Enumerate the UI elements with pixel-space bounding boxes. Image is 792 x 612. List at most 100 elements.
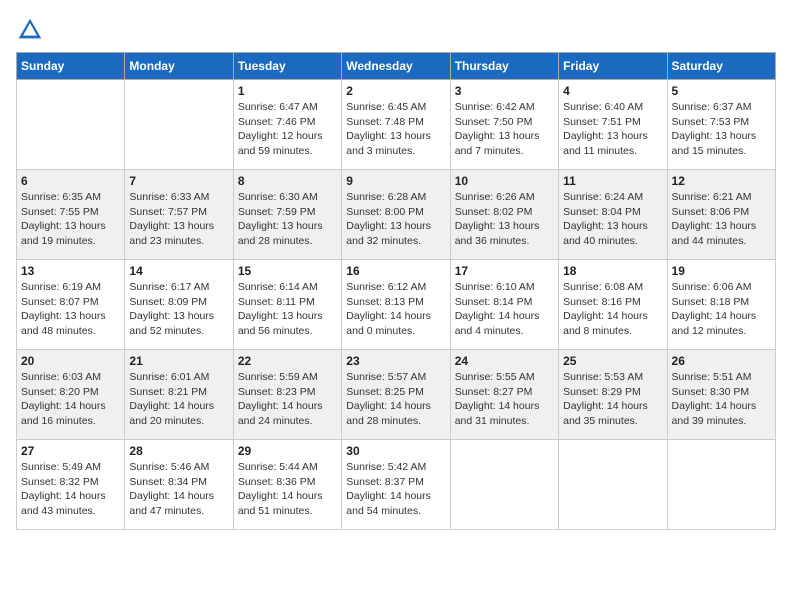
calendar-cell: 8 Sunrise: 6:30 AM Sunset: 7:59 PM Daylig… — [233, 170, 341, 260]
day-info: Sunrise: 5:46 AM Sunset: 8:34 PM Dayligh… — [129, 460, 228, 519]
day-info: Sunrise: 6:03 AM Sunset: 8:20 PM Dayligh… — [21, 370, 120, 429]
day-info: Sunrise: 6:01 AM Sunset: 8:21 PM Dayligh… — [129, 370, 228, 429]
day-info: Sunrise: 6:21 AM Sunset: 8:06 PM Dayligh… — [672, 190, 771, 249]
calendar-cell: 11Sunrise: 6:24 AM Sunset: 8:04 PM Dayli… — [559, 170, 667, 260]
day-info: Sunrise: 6:42 AM Sunset: 7:50 PM Dayligh… — [455, 100, 554, 159]
day-info: Sunrise: 6:45 AM Sunset: 7:48 PM Dayligh… — [346, 100, 445, 159]
day-info: Sunrise: 5:44 AM Sunset: 8:36 PM Dayligh… — [238, 460, 337, 519]
calendar-week-row: 27Sunrise: 5:49 AM Sunset: 8:32 PM Dayli… — [17, 440, 776, 530]
day-number: 2 — [346, 84, 445, 98]
day-info: Sunrise: 6:30 AM Sunset: 7:59 PM Dayligh… — [238, 190, 337, 249]
calendar-cell — [17, 80, 125, 170]
day-info: Sunrise: 6:17 AM Sunset: 8:09 PM Dayligh… — [129, 280, 228, 339]
day-number: 3 — [455, 84, 554, 98]
day-info: Sunrise: 6:10 AM Sunset: 8:14 PM Dayligh… — [455, 280, 554, 339]
calendar-cell: 12 Sunrise: 6:21 AM Sunset: 8:06 PM Dayli… — [667, 170, 775, 260]
logo-icon — [16, 16, 44, 44]
day-info: Sunrise: 6:06 AM Sunset: 8:18 PM Dayligh… — [672, 280, 771, 339]
day-info: Sunrise: 5:55 AM Sunset: 8:27 PM Dayligh… — [455, 370, 554, 429]
day-number: 13 — [21, 264, 120, 278]
day-number: 15 — [238, 264, 337, 278]
day-info: Sunrise: 5:53 AM Sunset: 8:29 PM Dayligh… — [563, 370, 662, 429]
calendar-cell: 17 Sunrise: 6:10 AM Sunset: 8:14 PM Dayli… — [450, 260, 558, 350]
day-header-tuesday: Tuesday — [233, 53, 341, 80]
day-number: 20 — [21, 354, 120, 368]
calendar-cell — [125, 80, 233, 170]
day-number: 27 — [21, 444, 120, 458]
logo — [16, 16, 48, 44]
day-info: Sunrise: 6:12 AM Sunset: 8:13 PM Dayligh… — [346, 280, 445, 339]
day-number: 9 — [346, 174, 445, 188]
calendar-cell: 3 Sunrise: 6:42 AM Sunset: 7:50 PM Daylig… — [450, 80, 558, 170]
calendar-cell: 2 Sunrise: 6:45 AM Sunset: 7:48 PM Daylig… — [342, 80, 450, 170]
calendar-cell: 28 Sunrise: 5:46 AM Sunset: 8:34 PM Dayli… — [125, 440, 233, 530]
calendar-cell: 29Sunrise: 5:44 AM Sunset: 8:36 PM Dayli… — [233, 440, 341, 530]
day-number: 21 — [129, 354, 228, 368]
day-number: 6 — [21, 174, 120, 188]
calendar-cell: 6 Sunrise: 6:35 AM Sunset: 7:55 PM Daylig… — [17, 170, 125, 260]
day-info: Sunrise: 5:42 AM Sunset: 8:37 PM Dayligh… — [346, 460, 445, 519]
calendar-cell: 15 Sunrise: 6:14 AM Sunset: 8:11 PM Dayli… — [233, 260, 341, 350]
day-info: Sunrise: 6:37 AM Sunset: 7:53 PM Dayligh… — [672, 100, 771, 159]
day-number: 24 — [455, 354, 554, 368]
calendar-week-row: 1Sunrise: 6:47 AM Sunset: 7:46 PM Daylig… — [17, 80, 776, 170]
day-number: 14 — [129, 264, 228, 278]
day-number: 5 — [672, 84, 771, 98]
day-number: 7 — [129, 174, 228, 188]
calendar-week-row: 6 Sunrise: 6:35 AM Sunset: 7:55 PM Daylig… — [17, 170, 776, 260]
calendar-cell — [667, 440, 775, 530]
calendar-cell: 1Sunrise: 6:47 AM Sunset: 7:46 PM Daylig… — [233, 80, 341, 170]
day-info: Sunrise: 5:57 AM Sunset: 8:25 PM Dayligh… — [346, 370, 445, 429]
day-number: 19 — [672, 264, 771, 278]
day-number: 17 — [455, 264, 554, 278]
day-number: 11 — [563, 174, 662, 188]
day-info: Sunrise: 6:14 AM Sunset: 8:11 PM Dayligh… — [238, 280, 337, 339]
day-info: Sunrise: 6:28 AM Sunset: 8:00 PM Dayligh… — [346, 190, 445, 249]
day-header-wednesday: Wednesday — [342, 53, 450, 80]
calendar-cell: 5 Sunrise: 6:37 AM Sunset: 7:53 PM Daylig… — [667, 80, 775, 170]
day-header-sunday: Sunday — [17, 53, 125, 80]
calendar-table: SundayMondayTuesdayWednesdayThursdayFrid… — [16, 52, 776, 530]
day-number: 8 — [238, 174, 337, 188]
calendar-cell: 25 Sunrise: 5:53 AM Sunset: 8:29 PM Dayli… — [559, 350, 667, 440]
calendar-cell: 20 Sunrise: 6:03 AM Sunset: 8:20 PM Dayli… — [17, 350, 125, 440]
day-info: Sunrise: 6:26 AM Sunset: 8:02 PM Dayligh… — [455, 190, 554, 249]
day-number: 16 — [346, 264, 445, 278]
calendar-header-row: SundayMondayTuesdayWednesdayThursdayFrid… — [17, 53, 776, 80]
day-info: Sunrise: 6:40 AM Sunset: 7:51 PM Dayligh… — [563, 100, 662, 159]
day-info: Sunrise: 6:33 AM Sunset: 7:57 PM Dayligh… — [129, 190, 228, 249]
day-number: 30 — [346, 444, 445, 458]
calendar-week-row: 13 Sunrise: 6:19 AM Sunset: 8:07 PM Dayli… — [17, 260, 776, 350]
calendar-cell: 26Sunrise: 5:51 AM Sunset: 8:30 PM Dayli… — [667, 350, 775, 440]
calendar-cell: 16 Sunrise: 6:12 AM Sunset: 8:13 PM Dayli… — [342, 260, 450, 350]
calendar-cell: 14 Sunrise: 6:17 AM Sunset: 8:09 PM Dayli… — [125, 260, 233, 350]
calendar-cell: 21 Sunrise: 6:01 AM Sunset: 8:21 PM Dayli… — [125, 350, 233, 440]
calendar-cell: 9 Sunrise: 6:28 AM Sunset: 8:00 PM Daylig… — [342, 170, 450, 260]
day-info: Sunrise: 6:35 AM Sunset: 7:55 PM Dayligh… — [21, 190, 120, 249]
day-number: 12 — [672, 174, 771, 188]
day-number: 18 — [563, 264, 662, 278]
day-number: 28 — [129, 444, 228, 458]
day-info: Sunrise: 6:08 AM Sunset: 8:16 PM Dayligh… — [563, 280, 662, 339]
day-info: Sunrise: 6:19 AM Sunset: 8:07 PM Dayligh… — [21, 280, 120, 339]
day-info: Sunrise: 5:59 AM Sunset: 8:23 PM Dayligh… — [238, 370, 337, 429]
day-number: 23 — [346, 354, 445, 368]
calendar-cell: 24 Sunrise: 5:55 AM Sunset: 8:27 PM Dayli… — [450, 350, 558, 440]
calendar-cell: 27Sunrise: 5:49 AM Sunset: 8:32 PM Dayli… — [17, 440, 125, 530]
day-header-saturday: Saturday — [667, 53, 775, 80]
day-number: 22 — [238, 354, 337, 368]
calendar-cell: 4 Sunrise: 6:40 AM Sunset: 7:51 PM Daylig… — [559, 80, 667, 170]
page-header — [16, 16, 776, 44]
calendar-cell: 10 Sunrise: 6:26 AM Sunset: 8:02 PM Dayli… — [450, 170, 558, 260]
day-header-friday: Friday — [559, 53, 667, 80]
day-info: Sunrise: 5:51 AM Sunset: 8:30 PM Dayligh… — [672, 370, 771, 429]
calendar-cell: 13 Sunrise: 6:19 AM Sunset: 8:07 PM Dayli… — [17, 260, 125, 350]
calendar-cell — [559, 440, 667, 530]
day-number: 25 — [563, 354, 662, 368]
day-number: 10 — [455, 174, 554, 188]
calendar-week-row: 20 Sunrise: 6:03 AM Sunset: 8:20 PM Dayli… — [17, 350, 776, 440]
day-header-monday: Monday — [125, 53, 233, 80]
day-number: 4 — [563, 84, 662, 98]
calendar-cell: 7 Sunrise: 6:33 AM Sunset: 7:57 PM Daylig… — [125, 170, 233, 260]
calendar-cell: 18 Sunrise: 6:08 AM Sunset: 8:16 PM Dayli… — [559, 260, 667, 350]
